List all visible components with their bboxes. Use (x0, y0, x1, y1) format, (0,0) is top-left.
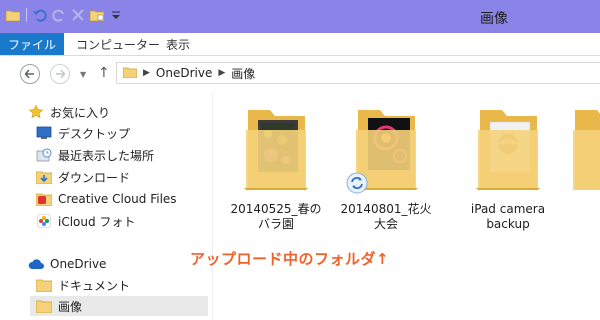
cloud-icon (28, 256, 44, 272)
sidebar-item-label: ダウンロード (58, 170, 131, 185)
tab-view[interactable]: 表示 (166, 33, 190, 55)
sidebar-item-documents[interactable]: ドキュメント (36, 275, 130, 295)
properties-icon[interactable] (90, 8, 104, 22)
upload-annotation: アップロード中のフォルダ↑ (190, 250, 390, 268)
folder-tile-partial[interactable] (571, 100, 600, 220)
star-icon (28, 104, 44, 120)
back-button[interactable] (20, 64, 40, 84)
folder-icon (36, 298, 52, 314)
sidebar-item-label: デスクトップ (58, 126, 131, 141)
folder-name-line: iPad camera (470, 202, 546, 216)
file-list: 20140525_春の バラ園 20140801_花火 大会 iPad came… (213, 92, 600, 320)
up-arrow-icon[interactable]: ↑ (98, 65, 110, 81)
delete-icon[interactable] (71, 8, 85, 22)
forward-arrow-icon (56, 69, 65, 79)
folder-name-line: 20140525_春の (230, 202, 322, 216)
sidebar-item-label: 画像 (58, 299, 83, 314)
sidebar-item-icloud-photos[interactable]: iCloud フォト (36, 211, 135, 231)
sidebar-item-label: ドキュメント (58, 278, 131, 293)
toolbar-separator (26, 8, 27, 22)
folder-icon (122, 66, 138, 81)
folder-tile[interactable]: 20140801_花火 大会 (331, 100, 441, 232)
sidebar-item-pictures[interactable]: 画像 (30, 296, 208, 316)
address-bar[interactable]: ▶ OneDrive ▶ 画像 (116, 62, 600, 84)
tab-file[interactable]: ファイル (0, 33, 64, 55)
breadcrumb-chevron-icon[interactable]: ▶ (218, 68, 225, 78)
recent-locations-chevron-icon[interactable]: ▼ (80, 70, 86, 79)
sidebar-item-recent-places[interactable]: 最近表示した場所 (36, 145, 154, 165)
sidebar-item-label: iCloud フォト (58, 214, 136, 229)
download-folder-icon (36, 169, 52, 185)
folder-name: 20140801_花火 大会 (331, 202, 441, 232)
icloud-photos-icon (36, 213, 52, 229)
redo-icon[interactable] (52, 8, 66, 22)
folder-name-line: 20140801_花火 (340, 202, 432, 216)
navigation-pane: お気に入り デスクトップ 最近表示した場所 ダウンロード Creative Cl… (0, 92, 212, 320)
folder-thumbnail (236, 100, 316, 196)
recent-places-icon (36, 147, 52, 163)
folder-icon (36, 277, 52, 293)
sync-icon (346, 172, 368, 194)
sidebar-item-favorites[interactable]: お気に入り (28, 102, 110, 122)
folder-thumbnail (468, 100, 548, 196)
folder-tile[interactable]: iPad camera backup (453, 100, 563, 232)
folder-icon (573, 110, 600, 190)
folder-name-line: 大会 (373, 217, 398, 231)
sidebar-item-creative-cloud[interactable]: Creative Cloud Files (36, 189, 177, 209)
navigation-bar: ▼ ↑ ▶ OneDrive ▶ 画像 (0, 56, 600, 92)
sidebar-item-label: 最近表示した場所 (58, 148, 155, 163)
desktop-icon (36, 125, 52, 141)
folder-icon (244, 110, 308, 190)
sidebar-item-desktop[interactable]: デスクトップ (36, 123, 130, 143)
sidebar-item-downloads[interactable]: ダウンロード (36, 167, 130, 187)
folder-tile[interactable]: 20140525_春の バラ園 (221, 100, 331, 232)
window-title: 画像 (480, 11, 508, 27)
folder-name-line: バラ園 (257, 217, 294, 231)
forward-button[interactable] (50, 64, 70, 84)
folder-name-line: backup (486, 217, 530, 231)
quick-access-toolbar (6, 8, 123, 22)
breadcrumb-pictures[interactable]: 画像 (231, 65, 255, 82)
breadcrumb-onedrive[interactable]: OneDrive (156, 66, 212, 80)
creative-cloud-icon (36, 191, 52, 207)
breadcrumb-chevron-icon[interactable]: ▶ (143, 68, 150, 78)
customize-toolbar-icon[interactable] (109, 8, 123, 22)
folder-name: 20140525_春の バラ園 (221, 202, 331, 232)
ribbon-tabs: ファイル コンピューター 表示 (0, 33, 600, 56)
folder-thumbnail (346, 100, 426, 196)
sidebar-item-onedrive[interactable]: OneDrive (28, 254, 106, 274)
sidebar-item-label: Creative Cloud Files (58, 192, 177, 206)
sidebar-item-label: OneDrive (50, 257, 107, 271)
title-bar: 画像 (0, 0, 600, 33)
undo-icon[interactable] (33, 8, 47, 22)
tab-computer[interactable]: コンピューター (76, 33, 160, 55)
folder-name: iPad camera backup (453, 202, 563, 232)
folder-icon[interactable] (6, 8, 20, 22)
sidebar-item-label: お気に入り (50, 105, 111, 120)
back-arrow-icon (25, 69, 34, 79)
folder-icon (476, 110, 540, 190)
